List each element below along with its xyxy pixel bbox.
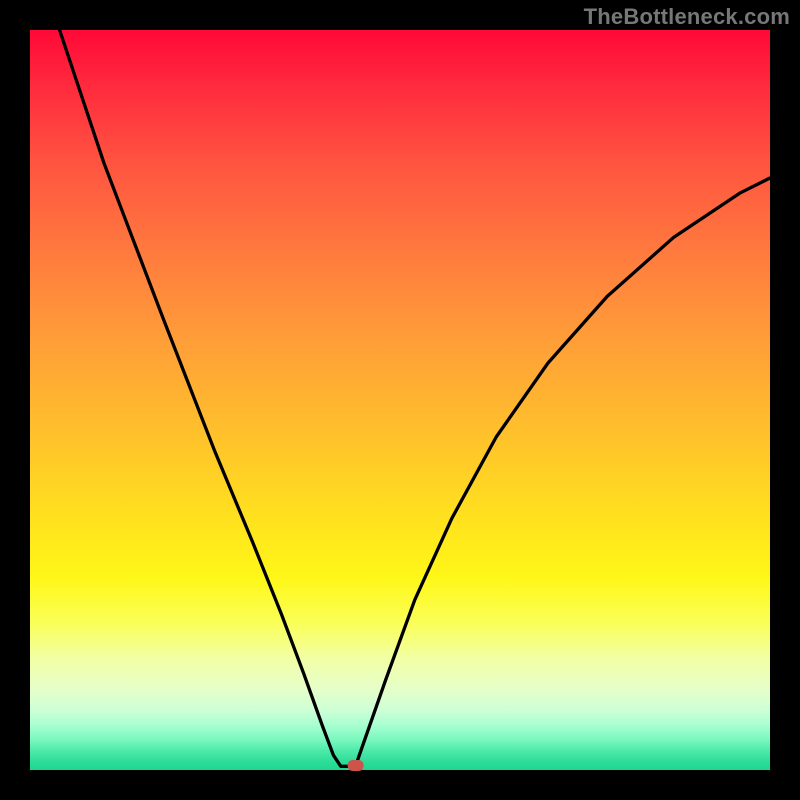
chart-frame: TheBottleneck.com bbox=[0, 0, 800, 800]
plot-svg bbox=[30, 30, 770, 770]
watermark-text: TheBottleneck.com bbox=[584, 4, 790, 30]
plot-area bbox=[30, 30, 770, 770]
marker-dot bbox=[348, 760, 364, 771]
curve-path bbox=[60, 30, 770, 766]
